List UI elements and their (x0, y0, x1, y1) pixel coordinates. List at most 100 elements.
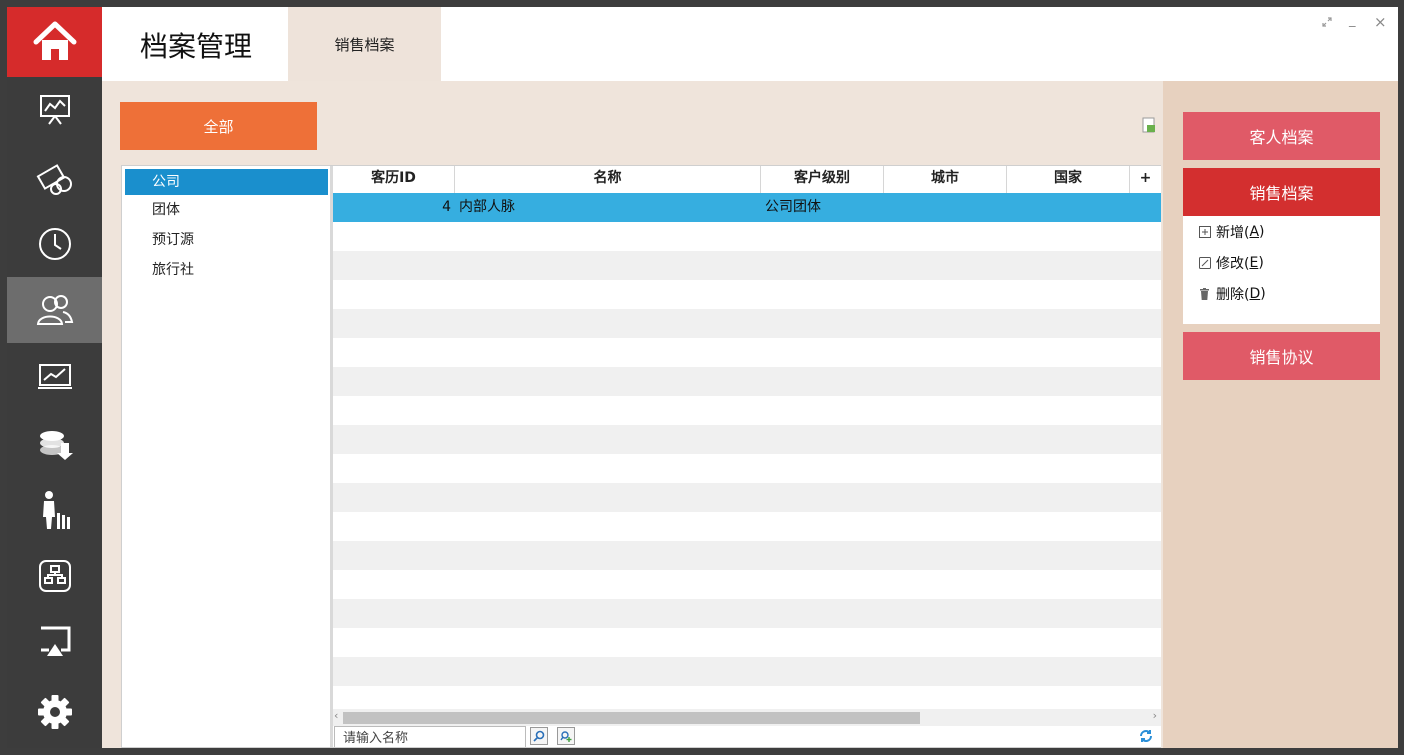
cell-country (1007, 193, 1130, 222)
empty-row (333, 222, 1161, 251)
archive-panel: 公司 团体 预订源 旅行社 客历ID 名称 客户级别 城市 国家 + 4 内部人… (121, 165, 1161, 748)
add-button[interactable]: 新增(A) (1183, 216, 1380, 247)
delete-label: 删除( (1216, 286, 1250, 303)
sales-archive-button[interactable]: 销售档案 (1183, 168, 1380, 216)
plus-box-icon (1198, 225, 1211, 238)
restore-icon[interactable] (1322, 17, 1332, 27)
add-shortcut: A (1249, 223, 1260, 240)
category-item-travel-agency[interactable]: 旅行社 (122, 255, 330, 285)
category-item-group[interactable]: 团体 (122, 195, 330, 225)
search-input[interactable] (334, 726, 526, 747)
empty-row (333, 396, 1161, 425)
edit-icon (1198, 256, 1211, 269)
advanced-search-button[interactable] (557, 727, 575, 745)
column-chooser-button[interactable]: + (1130, 166, 1161, 193)
header: 档案管理 销售档案 _ × (102, 7, 1398, 81)
main-content: 全部 公司 团体 预订源 旅行社 客历ID 名称 客户级别 城市 国家 + 4 … (102, 81, 1163, 748)
empty-row (333, 483, 1161, 512)
nav-history[interactable] (7, 211, 102, 277)
horizontal-scrollbar[interactable]: ‹ › (333, 709, 1161, 726)
column-header-id[interactable]: 客历ID (333, 166, 455, 193)
add-label: 新增( (1216, 224, 1250, 241)
empty-row (333, 628, 1161, 657)
nav-customers[interactable] (7, 277, 102, 343)
export-icon[interactable] (1142, 117, 1156, 133)
screen-cast-icon (40, 626, 70, 656)
empty-row (333, 367, 1161, 396)
edit-paren: ) (1258, 254, 1264, 271)
nav-finance[interactable] (7, 145, 102, 211)
cell-city (884, 193, 1007, 222)
empty-row (333, 280, 1161, 309)
cell-level: 公司团体 (765, 199, 821, 215)
grid-header: 客历ID 名称 客户级别 城市 国家 + (333, 166, 1161, 194)
nav-reports[interactable] (7, 343, 102, 409)
nav-organization[interactable] (7, 543, 102, 609)
scroll-right-icon[interactable]: › (1153, 709, 1157, 722)
nav-presentation[interactable] (7, 77, 102, 143)
close-icon[interactable]: × (1374, 13, 1387, 31)
org-chart-icon (38, 560, 71, 592)
search-icon (533, 730, 545, 742)
trash-icon (1198, 287, 1211, 300)
empty-row (333, 599, 1161, 628)
trend-chart-icon (37, 364, 72, 389)
nav-display[interactable] (7, 609, 102, 675)
search-add-icon (560, 731, 572, 742)
column-header-city[interactable]: 城市 (884, 166, 1007, 193)
presentation-icon (39, 95, 70, 125)
column-header-country[interactable]: 国家 (1007, 166, 1130, 193)
edit-shortcut: E (1249, 254, 1259, 271)
tab-sales-archive[interactable]: 销售档案 (288, 7, 441, 81)
empty-row (333, 338, 1161, 367)
edit-label: 修改( (1216, 255, 1250, 272)
right-panel: 客人档案 销售档案 新增(A) 修改(E) 删除(D) 销售协议 (1163, 81, 1398, 748)
data-grid: 客历ID 名称 客户级别 城市 国家 + 4 内部人脉 公司团体 ‹ › 请输入… (333, 166, 1161, 747)
sales-agreement-button[interactable]: 销售协议 (1183, 332, 1380, 380)
empty-row (333, 425, 1161, 454)
nav-guests[interactable] (7, 477, 102, 543)
search-button[interactable] (530, 727, 548, 745)
home-icon (33, 21, 76, 60)
scrollbar-thumb[interactable] (343, 712, 920, 724)
page-title: 档案管理 (140, 30, 253, 63)
empty-row (333, 309, 1161, 338)
edit-button[interactable]: 修改(E) (1183, 247, 1380, 278)
all-filter-button[interactable]: 全部 (120, 102, 317, 150)
refresh-icon[interactable] (1139, 729, 1153, 743)
column-header-level[interactable]: 客户级别 (761, 166, 884, 193)
guest-icon (42, 491, 70, 529)
empty-row (333, 454, 1161, 483)
coins-icon (39, 431, 73, 460)
table-row[interactable]: 4 内部人脉 公司团体 (333, 193, 1161, 222)
category-list: 公司 团体 预订源 旅行社 (122, 166, 333, 747)
action-menu: 新增(A) 修改(E) 删除(D) (1183, 216, 1380, 324)
empty-row (333, 570, 1161, 599)
gear-icon (37, 695, 72, 729)
empty-row (333, 657, 1161, 686)
app-window: 档案管理 销售档案 _ × 全部 公司 团体 预订源 旅行社 客历ID 名称 客… (7, 7, 1398, 748)
column-header-name[interactable]: 名称 (455, 166, 761, 193)
users-icon (36, 295, 73, 325)
empty-row (333, 251, 1161, 280)
grid-footer (333, 726, 1161, 747)
delete-paren: ) (1260, 285, 1266, 302)
nav-cashier[interactable] (7, 411, 102, 477)
category-item-company[interactable]: 公司 (125, 169, 328, 195)
empty-row (333, 541, 1161, 570)
guest-archive-button[interactable]: 客人档案 (1183, 112, 1380, 160)
delete-button[interactable]: 删除(D) (1183, 278, 1380, 309)
minimize-icon[interactable]: _ (1349, 13, 1356, 28)
scroll-left-icon[interactable]: ‹ (334, 709, 338, 722)
category-item-booking-source[interactable]: 预订源 (122, 225, 330, 255)
left-nav (7, 7, 102, 748)
cell-name: 内部人脉 (459, 199, 515, 215)
cell-id: 4 (442, 199, 451, 215)
add-paren: ) (1259, 223, 1265, 240)
empty-row (333, 512, 1161, 541)
clock-icon (38, 228, 71, 260)
nav-settings[interactable] (7, 679, 102, 745)
home-button[interactable] (7, 7, 102, 77)
money-icon (36, 164, 72, 195)
delete-shortcut: D (1249, 285, 1261, 302)
